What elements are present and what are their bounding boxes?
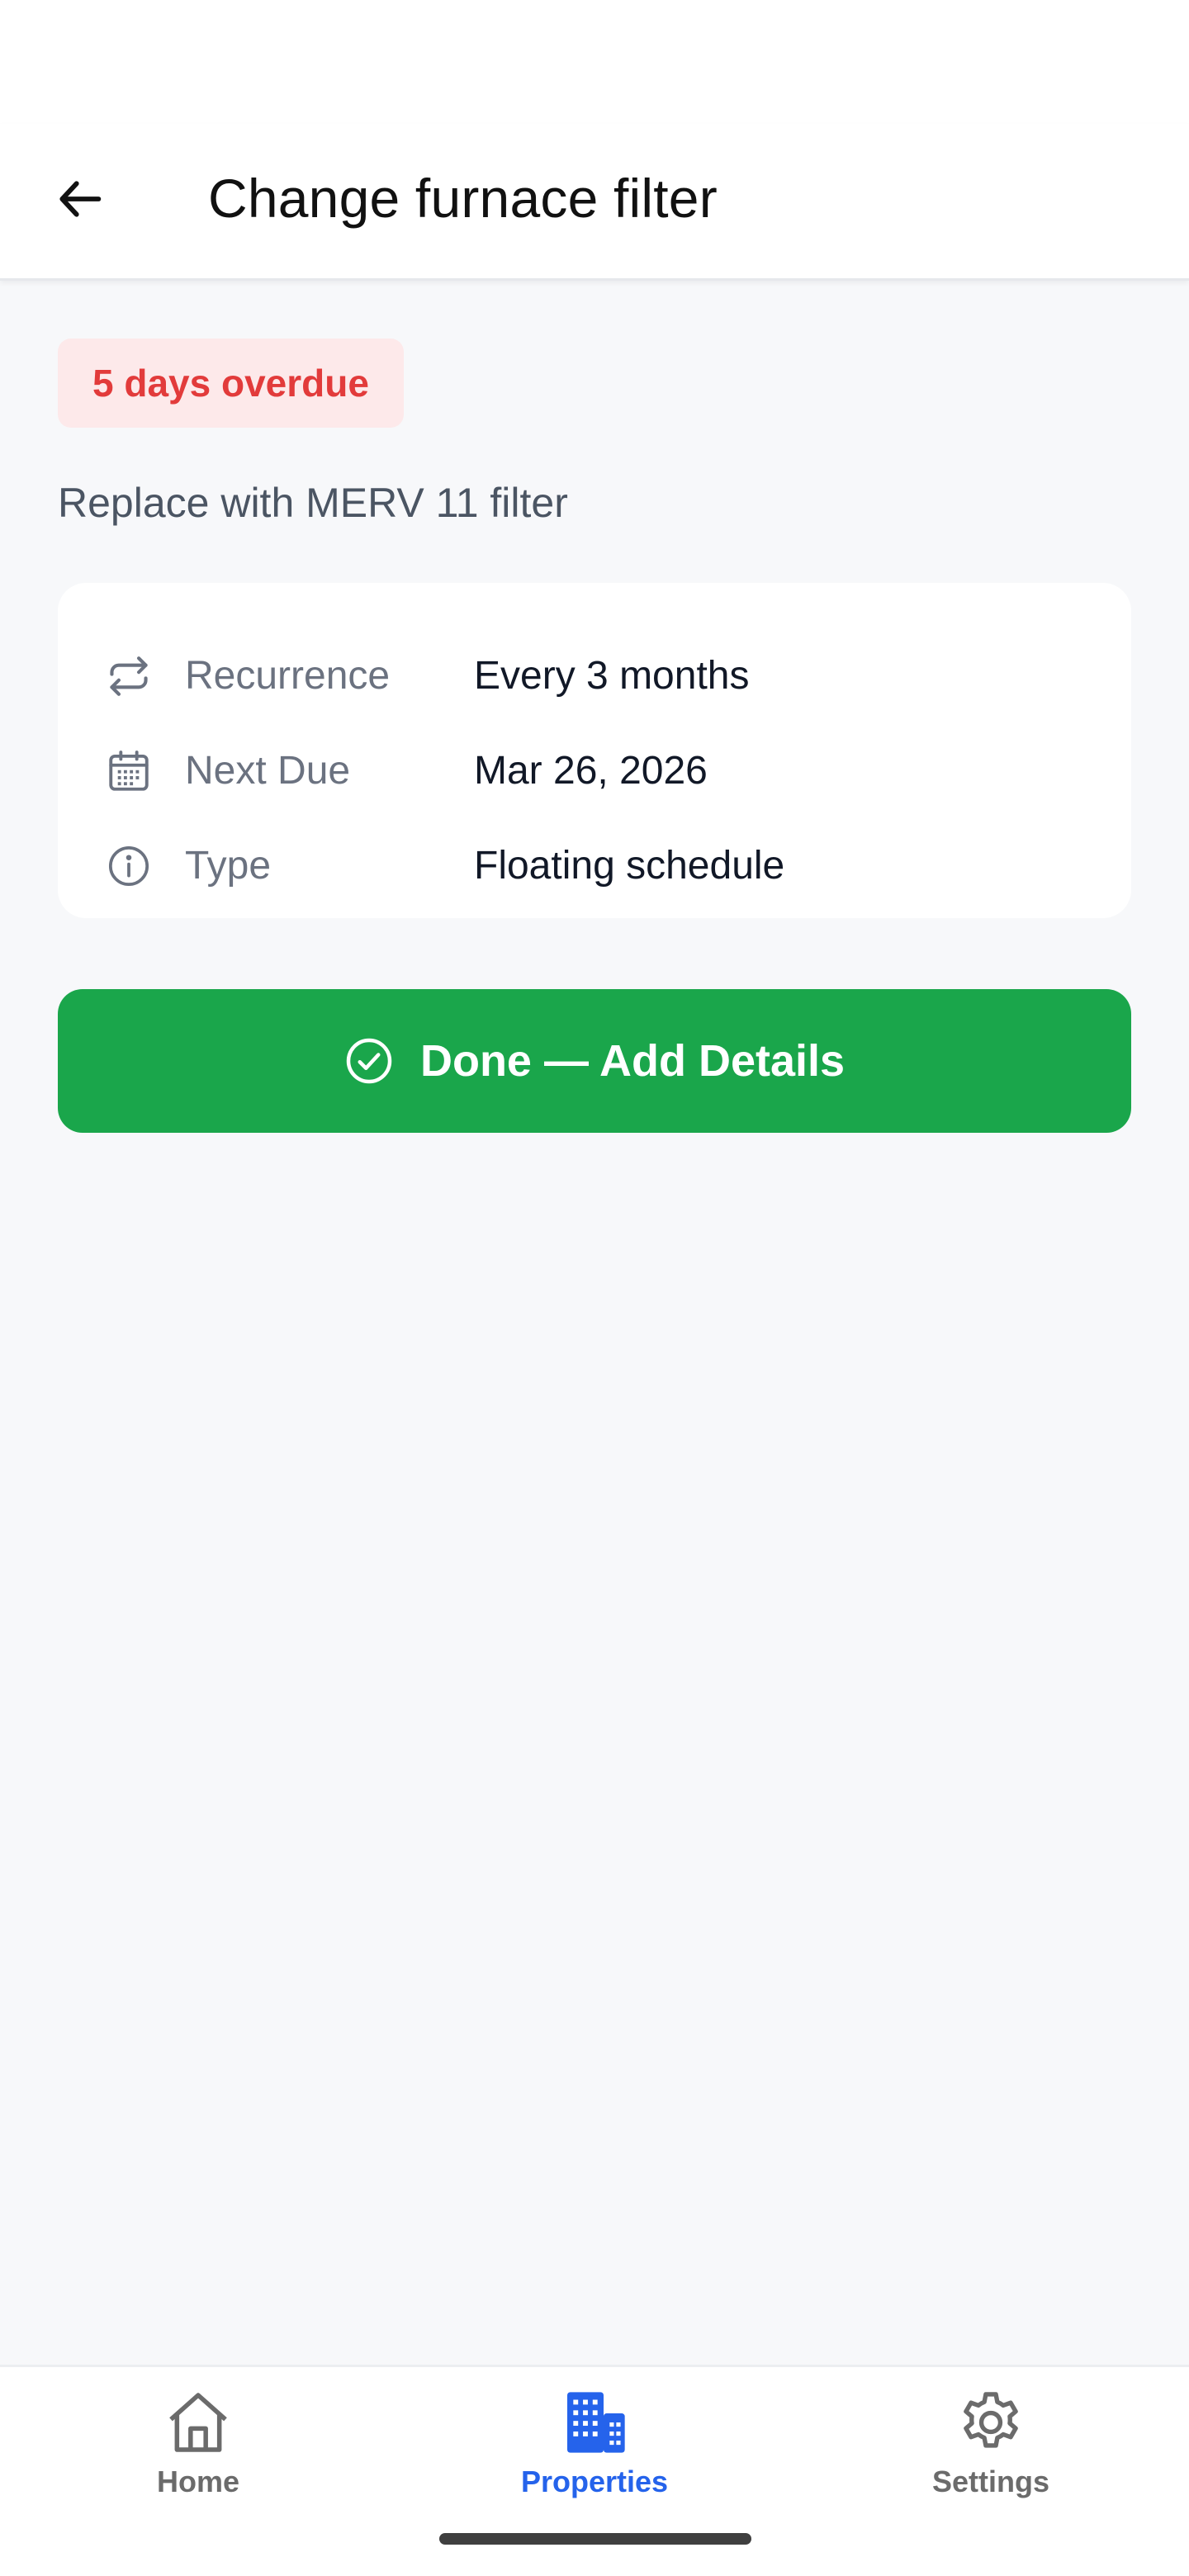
detail-row-recurrence: Recurrence Every 3 months (104, 628, 1085, 723)
page-title: Change furnace filter (208, 168, 718, 229)
nav-label-home: Home (156, 2465, 240, 2498)
building-icon (557, 2385, 632, 2460)
home-icon (161, 2385, 235, 2460)
nav-item-properties[interactable]: Properties (471, 2385, 718, 2517)
done-button-label: Done — Add Details (419, 1036, 846, 1086)
overdue-badge: 5 days overdue (58, 339, 404, 428)
check-circle-icon (344, 1036, 394, 1086)
task-content: 5 days overdue Replace with MERV 11 filt… (58, 339, 1131, 1133)
status-bar (0, 0, 1189, 124)
arrow-left-icon (54, 173, 107, 230)
calendar-icon (104, 746, 154, 796)
detail-label: Recurrence (185, 654, 391, 698)
home-indicator[interactable] (439, 2533, 751, 2545)
nav-label-properties: Properties (520, 2465, 669, 2498)
detail-label: Type (185, 844, 272, 888)
detail-row-next-due: Next Due Mar 26, 2026 (104, 723, 1085, 818)
app-header: Change furnace filter (0, 124, 1189, 281)
nav-item-home[interactable]: Home (74, 2385, 322, 2517)
nav-label-settings: Settings (931, 2465, 1049, 2498)
info-icon (104, 841, 154, 891)
gear-icon (954, 2385, 1028, 2460)
detail-value: Every 3 months (474, 654, 750, 698)
task-description: Replace with MERV 11 filter (58, 480, 568, 526)
detail-row-type: Type Floating schedule (104, 818, 1085, 913)
detail-label: Next Due (185, 749, 351, 793)
back-button[interactable] (41, 161, 121, 240)
repeat-icon (104, 651, 154, 701)
detail-value: Floating schedule (474, 844, 785, 888)
detail-value: Mar 26, 2026 (474, 749, 708, 793)
done-add-details-button[interactable]: Done — Add Details (58, 989, 1131, 1133)
details-card: Recurrence Every 3 months Next Due Mar 2… (58, 583, 1131, 918)
nav-item-settings[interactable]: Settings (867, 2385, 1115, 2517)
task-detail-screen: Change furnace filter 5 days overdue Rep… (0, 0, 1189, 2576)
